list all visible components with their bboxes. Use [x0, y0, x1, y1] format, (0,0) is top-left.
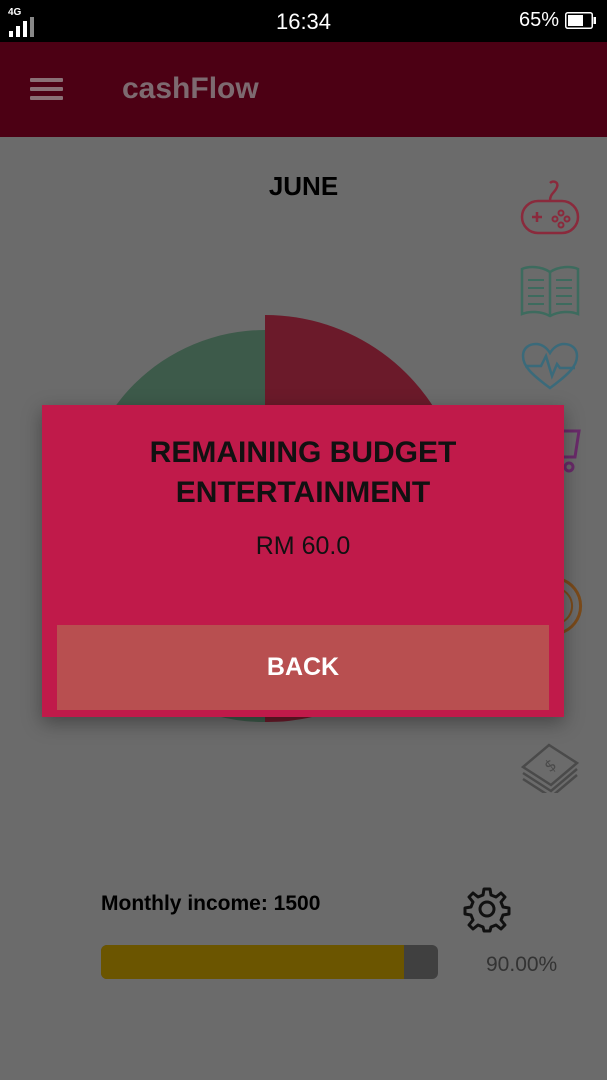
- svg-text:$: $: [540, 755, 560, 776]
- back-button[interactable]: BACK: [57, 625, 549, 710]
- dialog-amount: RM 60.0: [255, 532, 351, 560]
- hamburger-menu-icon[interactable]: [26, 72, 68, 106]
- budget-progress-bar: [101, 945, 438, 979]
- progress-percent: 90.00%: [486, 953, 558, 976]
- book-icon[interactable]: [519, 260, 581, 320]
- monthly-income-label: Monthly income: 1500: [101, 892, 321, 915]
- gear-icon[interactable]: [463, 885, 511, 933]
- battery-icon: [565, 12, 596, 29]
- app-bar: cashFlow: [0, 42, 607, 137]
- status-bar: 4G 16:34 65%: [0, 0, 607, 42]
- app-title: cashFlow: [122, 72, 259, 105]
- heartbeat-icon[interactable]: [521, 342, 579, 392]
- money-stack-icon[interactable]: $: [519, 737, 581, 793]
- dialog-title: REMAINING BUDGET ENTERTAINMENT: [149, 436, 457, 509]
- remaining-budget-dialog: REMAINING BUDGET ENTERTAINMENT RM 60.0 B…: [42, 405, 564, 717]
- status-time: 16:34: [275, 9, 332, 34]
- battery-percent: 65%: [518, 9, 559, 31]
- budget-progress-fill: [101, 945, 405, 979]
- gamepad-icon[interactable]: [519, 179, 581, 239]
